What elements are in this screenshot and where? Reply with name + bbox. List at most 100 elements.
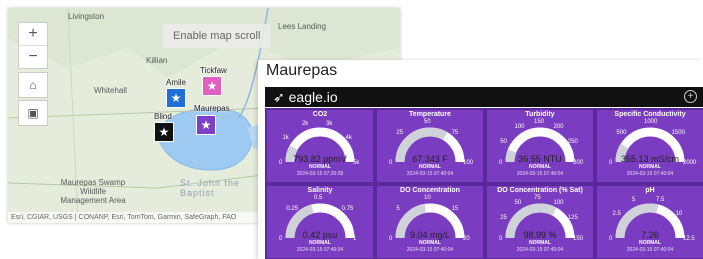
star-icon: ★	[170, 91, 182, 105]
gauge-title: pH	[645, 187, 655, 194]
gauge-tile[interactable]: 0 5 10 15 20 DO Concentration 9.04 mg/L NORMAL 2…	[377, 186, 483, 258]
add-circle-icon[interactable]: +	[684, 90, 697, 103]
gauge-value: 7.26	[641, 230, 659, 240]
map-label-livingston: Livingston	[68, 12, 105, 21]
gauge-tick-label: 25	[396, 130, 404, 137]
gauge-tick-label: 2k	[301, 120, 309, 127]
star-icon: ★	[158, 125, 170, 139]
gauge-title: DO Concentration (% Sat)	[497, 187, 583, 194]
gauge-value: 9.04 mg/L	[409, 230, 451, 240]
gauge-tick-label: 0.75	[341, 206, 354, 213]
zoom-out-button[interactable]: −	[19, 45, 47, 68]
gauge-status: NORMAL	[639, 240, 661, 246]
gauge-timestamp: 2024-03-15 07:40:04	[516, 171, 564, 177]
gauge-tick-label: 100	[514, 124, 525, 131]
gauge-tick-label: 2.5	[612, 211, 621, 218]
gauge-value: 67.343 F	[412, 154, 448, 164]
station-pin-amile[interactable]: ★	[166, 88, 186, 108]
map-scroll-tooltip: Enable map scroll	[163, 24, 271, 48]
pin-label-amile: Amile	[166, 78, 187, 87]
dashboard-header-bar: ➶ eagle.io +	[265, 87, 703, 107]
logo-text: eagle.io	[288, 89, 338, 105]
gauge-tick-label: 3k	[326, 120, 333, 127]
eagle-io-logo: ➶ eagle.io	[273, 89, 338, 106]
gauge-tile[interactable]: 0 500 1000 1500 2000 Specific Conductivity 355…	[597, 110, 703, 182]
gauge-tile[interactable]: 0 1k 2k 3k 4k 5k CO2 793.82 ppmV NORMAL 2024-03-1…	[267, 110, 373, 182]
legend-button[interactable]: ▣	[18, 100, 48, 126]
zoom-control: + −	[18, 22, 48, 69]
gauge-title: CO2	[312, 111, 328, 118]
gauge-tile[interactable]: 0 2.5 5 7.5 10 12.5 pH 7.26 NORMAL 2024-03-15 07:…	[597, 186, 703, 258]
map-label-maurepas-swamp: Maurepas Swamp Wildlife Management Area	[60, 178, 126, 205]
gauge-title: Turbidity	[525, 111, 555, 118]
gauge-tick-label: 0.25	[286, 206, 299, 213]
pin-label-tickfaw: Tickfaw	[200, 66, 227, 75]
eagle-logo-icon: ➶	[273, 89, 289, 105]
gauge-timestamp: 2024-03-15 07:20:28	[296, 171, 344, 177]
gauge-value: 0.42 psu	[302, 230, 338, 240]
gauge-title: Salinity	[307, 187, 333, 194]
map-label-lees-landing: Lees Landing	[278, 22, 327, 31]
gauge-title: Temperature	[409, 111, 451, 118]
gauge-timestamp: 2024-03-15 07:40:04	[516, 247, 564, 253]
gauge-tick-label: 75	[451, 130, 459, 137]
map-label-whitehall: Whitehall	[94, 86, 127, 95]
gauge-tile[interactable]: 0 50 100 150 200 250 300 Turbidity 36.55 NTU NORM…	[487, 110, 593, 182]
gauge-grid: 0 1k 2k 3k 4k 5k CO2 793.82 ppmV NORMAL 2024-03-1…	[265, 108, 703, 259]
gauge-tick-label: 125	[567, 214, 578, 221]
home-icon: ⌂	[29, 78, 37, 92]
map-label-killian: Killian	[146, 56, 168, 65]
station-pin-maurepas[interactable]: ★	[196, 115, 216, 135]
gauge-status: NORMAL	[419, 164, 441, 170]
gauge-tile[interactable]: 0 25 50 75 100 125 150 DO Concentration (% Sat)…	[487, 186, 593, 258]
gauge-status: NORMAL	[639, 164, 661, 170]
gauge-tick-label: 10	[675, 211, 683, 218]
gauge-tick-label: 0.5	[314, 195, 323, 201]
gauge-tick-label: 75	[534, 195, 541, 201]
pin-label-blind: Blind	[154, 112, 172, 121]
gauge-value: 98.99 %	[523, 230, 557, 240]
station-pin-blind[interactable]: ★	[154, 122, 174, 142]
gauge-tick-label: 200	[553, 124, 564, 131]
gauge-tick-label: 7.5	[656, 196, 665, 203]
dashboard-panel: Maurepas ➶ eagle.io + 0 1k 2k 3k 4k 5k CO2 793.…	[258, 60, 703, 259]
gauge-value: 793.82 ppmV	[293, 154, 347, 164]
dashboard-title: Maurepas	[266, 62, 338, 79]
pin-label-maurepas: Maurepas	[194, 104, 230, 113]
gauge-status: NORMAL	[309, 240, 331, 246]
gauge-tick-label: 1000	[644, 119, 658, 125]
gauge-tile[interactable]: 0 25 50 75 100 Temperature 67.343 F NORMAL 2024-…	[377, 110, 483, 182]
gauge-tick-label: 150	[534, 119, 545, 125]
gauge-timestamp: 2024-03-15 07:40:04	[626, 171, 674, 177]
gauge-tick-label: 5	[396, 206, 400, 213]
gauge-value: 355.13 mS/cm	[620, 154, 680, 164]
gauge-status: NORMAL	[529, 240, 551, 246]
gauge-tick-label: 50	[514, 200, 522, 207]
gauge-tick-label: 500	[616, 130, 627, 137]
gauge-tick-label: 1k	[282, 135, 289, 142]
station-pin-tickfaw[interactable]: ★	[202, 76, 222, 96]
gauge-tick-label: 250	[567, 138, 578, 145]
zoom-in-button[interactable]: +	[19, 23, 47, 45]
star-icon: ★	[200, 118, 212, 132]
gauge-tick-label: 100	[553, 200, 564, 207]
gauge-tick-label: 10	[424, 195, 431, 201]
gauge-timestamp: 2024-03-15 07:40:04	[406, 247, 454, 253]
gauge-value: 36.55 NTU	[518, 154, 562, 164]
gauge-timestamp: 2024-03-15 07:40:04	[296, 247, 344, 253]
gauge-tick-label: 1500	[671, 130, 685, 137]
map-label-st-john: St. John the Baptist	[180, 178, 241, 198]
gauge-title: DO Concentration	[400, 187, 460, 194]
gauge-tile[interactable]: 0 0.25 0.5 0.75 1 Salinity 0.42 psu NORMAL 2024-…	[267, 186, 373, 258]
gauge-status: NORMAL	[529, 164, 551, 170]
home-button[interactable]: ⌂	[18, 72, 48, 98]
gauge-title: Specific Conductivity	[614, 111, 686, 118]
gauge-tick-label: 50	[424, 119, 431, 125]
gauge-tick-label: 25	[500, 214, 507, 221]
gauge-tick-label: 15	[451, 206, 459, 213]
star-icon: ★	[206, 79, 218, 93]
gauge-timestamp: 2024-03-15 07:40:04	[626, 247, 674, 253]
image-icon: ▣	[27, 106, 39, 120]
gauge-tick-label: 50	[500, 138, 507, 145]
gauge-tick-label: 4k	[345, 135, 352, 142]
